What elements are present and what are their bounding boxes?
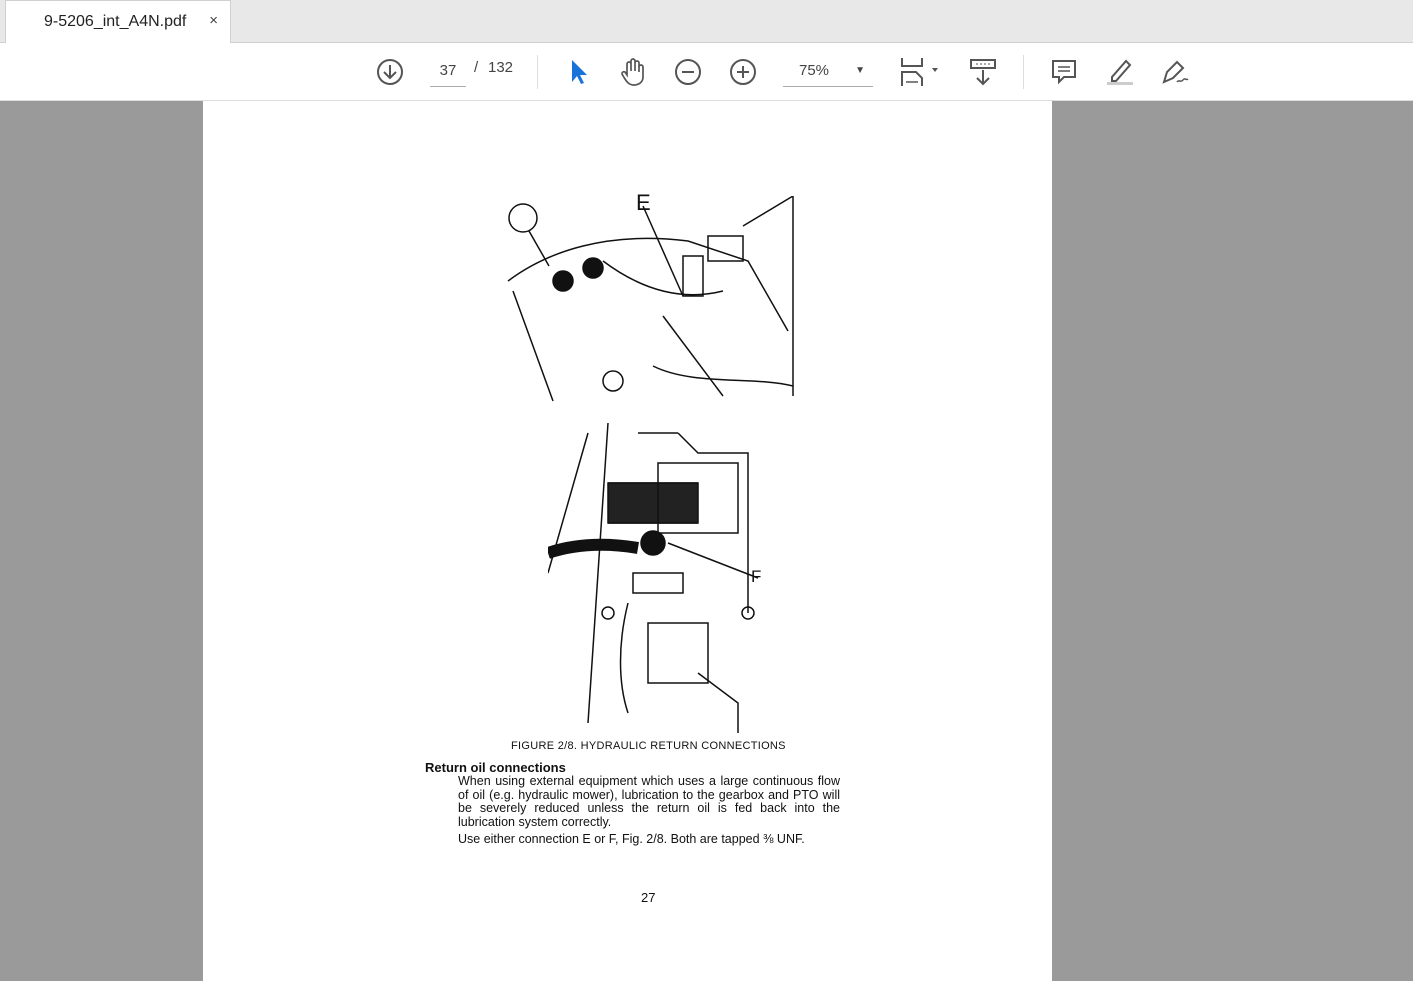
divider	[537, 55, 538, 89]
hand-tool-icon[interactable]	[616, 55, 650, 89]
download-icon[interactable]	[373, 55, 407, 89]
tab-bar: 9-5206_int_A4N.pdf ×	[0, 0, 1413, 43]
divider	[1023, 55, 1024, 89]
zoom-out-icon[interactable]	[671, 55, 705, 89]
pdf-page: E F FIGURE 2/8. HYDRAULIC RETURN CONNECT…	[203, 101, 1052, 981]
document-tab[interactable]: 9-5206_int_A4N.pdf ×	[5, 0, 231, 43]
select-cursor-icon[interactable]	[561, 55, 595, 89]
tab-title: 9-5206_int_A4N.pdf	[44, 13, 187, 30]
page-fit-icon[interactable]	[896, 55, 944, 89]
toolbar: 37 / 132 75% ▼	[0, 43, 1413, 101]
close-tab-icon[interactable]: ×	[209, 12, 218, 29]
page-number: 27	[641, 890, 656, 905]
paragraph: When using external equipment which uses…	[458, 774, 840, 829]
section-heading: Return oil connections	[425, 760, 566, 775]
label-f: F	[751, 567, 762, 586]
comment-icon[interactable]	[1047, 55, 1081, 89]
scroll-mode-icon[interactable]	[966, 55, 1000, 89]
label-e: E	[636, 190, 651, 215]
figure-top-illustration	[507, 196, 794, 402]
zoom-in-icon[interactable]	[726, 55, 760, 89]
zoom-value: 75%	[799, 62, 830, 79]
figure-bottom-illustration	[548, 423, 759, 733]
paragraph: Use either connection E or F, Fig. 2/8. …	[458, 832, 805, 847]
page-separator: /	[474, 59, 479, 76]
highlight-icon[interactable]	[1102, 55, 1136, 89]
zoom-select[interactable]: 75% ▼	[783, 57, 873, 87]
chevron-down-icon: ▼	[855, 65, 865, 76]
page-total: 132	[488, 59, 514, 76]
page-number-input[interactable]: 37	[430, 57, 466, 87]
figure-caption: FIGURE 2/8. HYDRAULIC RETURN CONNECTIONS	[511, 740, 786, 752]
section-body: When using external equipment which uses…	[458, 774, 840, 847]
sign-icon[interactable]	[1157, 55, 1191, 89]
